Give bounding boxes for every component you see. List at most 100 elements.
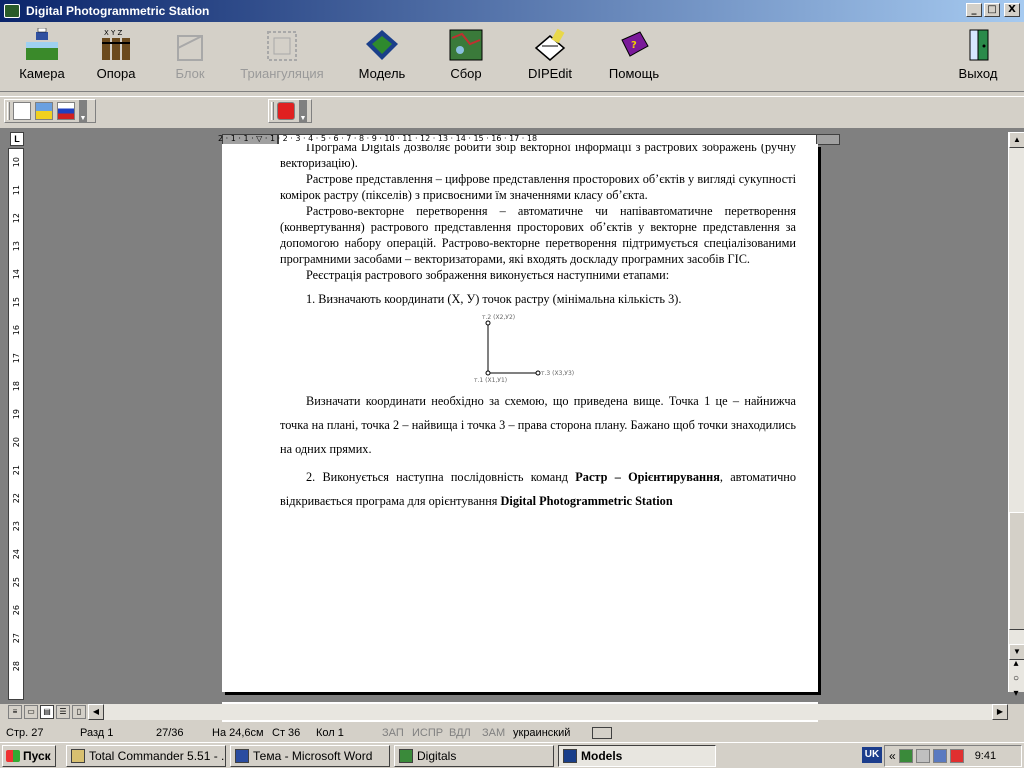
- status-pages: 27/36: [156, 727, 184, 739]
- dipedit-icon: [532, 28, 568, 62]
- print-layout-icon[interactable]: ▤: [40, 705, 54, 719]
- list-item: 1. Визначають координати (X, У) точок ра…: [306, 292, 682, 306]
- toolbar-label: Выход: [958, 66, 998, 81]
- tray-drive-icon[interactable]: [915, 749, 930, 763]
- toolbar-triangulation-button[interactable]: Триангуляция: [232, 28, 332, 81]
- web-view-icon[interactable]: ▭: [24, 705, 38, 719]
- horizontal-scrollbar[interactable]: ◀ ▶: [88, 704, 1008, 720]
- document-page[interactable]: Програма Digitals дозволяє робити збір в…: [222, 144, 818, 692]
- spelling-status-icon[interactable]: [592, 727, 612, 739]
- paragraph: Растрово-векторне перетворення – автомат…: [280, 204, 796, 266]
- status-trk[interactable]: ИСПР: [412, 727, 443, 739]
- ruler-tick: 15: [12, 297, 21, 308]
- toolbar-block-button[interactable]: Блок: [150, 28, 230, 81]
- points-diagram-svg: т.2 (X2,У2) т.1 (X1,У1) т.3 (X3,У3): [474, 314, 574, 384]
- tray-expand-icon[interactable]: «: [889, 749, 896, 763]
- toolbar-group-tools: ▼: [4, 99, 96, 123]
- point-1-marker: [485, 370, 491, 376]
- toolbar-model-button[interactable]: Модель: [342, 28, 422, 81]
- ruler-tick: 11: [12, 185, 21, 196]
- minimize-button[interactable]: _: [966, 3, 982, 17]
- taskbar-item[interactable]: Digitals: [394, 745, 554, 767]
- status-line: Ст 36: [272, 727, 301, 739]
- toolbar-help-button[interactable]: ? Помощь: [594, 28, 674, 81]
- status-language: украинский: [513, 727, 571, 739]
- toolbar-grip[interactable]: [271, 102, 274, 120]
- model-icon: [364, 28, 400, 62]
- taskbar-item-active[interactable]: Models: [558, 745, 716, 767]
- toolbar-grip[interactable]: [7, 102, 10, 120]
- triangulation-icon: [264, 28, 300, 62]
- window-title: Digital Photogrammetric Station: [26, 4, 210, 18]
- point-3-marker: [535, 370, 541, 376]
- scroll-up-button[interactable]: ▲: [1009, 132, 1024, 148]
- spellcheck-icon[interactable]: [13, 102, 31, 120]
- ruler-tick: 17: [12, 353, 21, 364]
- reading-view-icon[interactable]: ▯: [72, 705, 86, 719]
- language-indicator[interactable]: UK: [862, 747, 882, 763]
- toolbar-options-dropdown[interactable]: ▼: [79, 100, 87, 122]
- digitals-icon: [399, 749, 413, 763]
- scroll-left-button[interactable]: ◀: [88, 704, 104, 720]
- browse-controls: ▴ ○ ▾: [1008, 656, 1024, 704]
- outline-view-icon[interactable]: ☰: [56, 705, 70, 719]
- toolbar-options-dropdown[interactable]: ▼: [299, 100, 307, 122]
- toolbar-exit-button[interactable]: Выход: [938, 28, 1018, 81]
- cut-line-text: Програма Digitals дозволяє робити збір в…: [306, 144, 698, 154]
- clock[interactable]: 9:41: [975, 750, 996, 762]
- stop-icon[interactable]: [277, 102, 295, 120]
- taskbar-item[interactable]: Тема - Microsoft Word: [230, 745, 390, 767]
- scroll-thumb[interactable]: [1009, 512, 1024, 630]
- taskbar-item[interactable]: Total Commander 5.51 - ...: [66, 745, 226, 767]
- status-column: Кол 1: [316, 727, 344, 739]
- secondary-toolbar: ▼ ▼: [0, 96, 1024, 126]
- russia-flag-icon[interactable]: [57, 102, 75, 120]
- camera-icon: [24, 27, 60, 62]
- tray-app-icon[interactable]: [898, 749, 913, 763]
- toolbar-control-points-button[interactable]: X Y Z Опора: [76, 28, 156, 81]
- ruler-tick: 14: [12, 269, 21, 280]
- previous-page-icon[interactable]: ▴: [1008, 656, 1024, 671]
- view-and-scroll-row: ≡ ▭ ▤ ☰ ▯ ◀ ▶: [0, 704, 1024, 720]
- ruler-tick: 20: [12, 437, 21, 448]
- program-name: Digital Photogrammetric Station: [500, 494, 673, 508]
- models-icon: [563, 749, 577, 763]
- normal-view-icon[interactable]: ≡: [8, 705, 22, 719]
- toolbar-label: Триангуляция: [240, 66, 324, 81]
- ruler-tick: 28: [12, 661, 21, 672]
- status-ovr[interactable]: ЗАМ: [482, 727, 505, 739]
- ukraine-flag-icon[interactable]: [35, 102, 53, 120]
- start-button[interactable]: Пуск: [2, 745, 56, 767]
- toolbar-dipedit-button[interactable]: DIPEdit: [510, 28, 590, 81]
- word-icon: [235, 749, 249, 763]
- title-bar[interactable]: Digital Photogrammetric Station _ □ X: [0, 0, 1024, 22]
- status-ext[interactable]: ВДЛ: [449, 727, 471, 739]
- maximize-button[interactable]: □: [984, 3, 1000, 17]
- close-button[interactable]: X: [1004, 3, 1020, 17]
- select-browse-object-icon[interactable]: ○: [1008, 671, 1024, 686]
- next-page-icon[interactable]: ▾: [1008, 686, 1024, 701]
- paragraph: Визначати координати необхідно за схемою…: [280, 394, 796, 456]
- help-book-icon: ?: [616, 28, 652, 62]
- ruler-tick: 10: [12, 157, 21, 168]
- tray-network-icon[interactable]: [932, 749, 947, 763]
- status-rec[interactable]: ЗАП: [382, 727, 404, 739]
- tab-selector[interactable]: L: [10, 132, 24, 146]
- taskbar-item-label: Total Commander 5.51 - ...: [89, 749, 226, 763]
- toolbar-label: Опора: [96, 66, 136, 81]
- toolbar-collect-button[interactable]: Сбор: [426, 28, 506, 81]
- ruler-tick: 16: [12, 325, 21, 336]
- toolbar-label: Помощь: [608, 66, 660, 81]
- status-bar: Стр. 27 Разд 1 27/36 На 24,6см Ст 36 Кол…: [0, 724, 1024, 742]
- tray-antivirus-icon[interactable]: [949, 749, 964, 763]
- toolbar-camera-button[interactable]: Камера: [2, 27, 82, 81]
- toolbar-group-stop: ▼: [268, 99, 312, 123]
- vertical-ruler[interactable]: 10 11 12 13 14 15 16 17 18 19 20 21 22 2…: [8, 148, 24, 700]
- ruler-tick: 19: [12, 409, 21, 420]
- scroll-right-button[interactable]: ▶: [992, 704, 1008, 720]
- window-controls: _ □ X: [966, 3, 1020, 17]
- status-page: Стр. 27: [6, 727, 44, 739]
- document-body[interactable]: Програма Digitals дозволяє робити збір в…: [280, 144, 796, 513]
- command-name: Растр – Орієнтирування: [575, 470, 720, 484]
- vertical-scrollbar[interactable]: ▲ ▼: [1008, 132, 1024, 692]
